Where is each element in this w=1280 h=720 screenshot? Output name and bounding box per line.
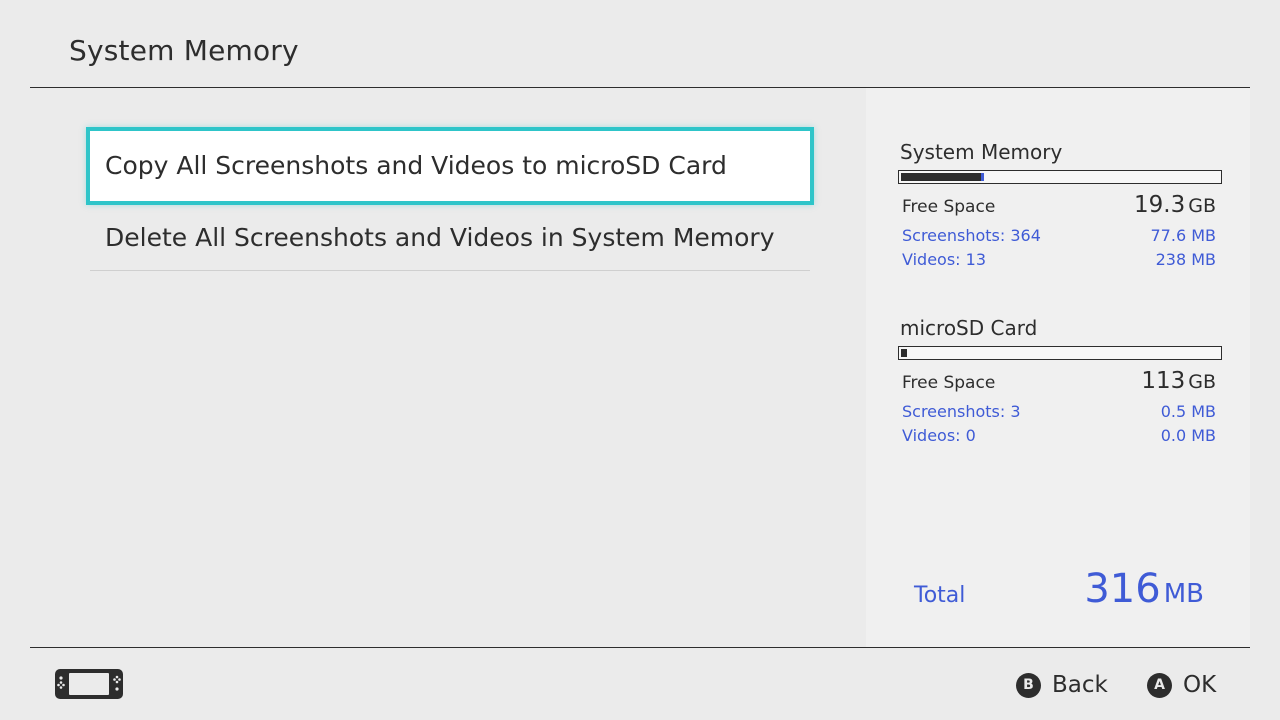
system-memory-free-row: Free Space 19.3 GB <box>898 192 1222 224</box>
system-memory-screenshots-row: Screenshots: 364 77.6 MB <box>898 224 1222 248</box>
system-memory-videos-label: Videos: 13 <box>902 250 986 269</box>
system-memory-free-label: Free Space <box>902 197 996 217</box>
back-label: Back <box>1052 672 1108 698</box>
microsd-card-block: microSD Card Free Space 113 GB Screenshot… <box>898 314 1222 448</box>
ok-button[interactable]: A OK <box>1147 668 1216 702</box>
system-memory-usage-fill <box>901 173 981 181</box>
microsd-card-free-row: Free Space 113 GB <box>898 368 1222 400</box>
back-button[interactable]: B Back <box>1016 668 1108 702</box>
copy-all-to-microsd-option[interactable]: Copy All Screenshots and Videos to micro… <box>86 127 814 205</box>
system-memory-title: System Memory <box>900 140 1063 164</box>
microsd-card-title: microSD Card <box>900 316 1038 340</box>
b-button-icon: B <box>1016 672 1041 698</box>
footer-divider <box>30 647 1250 648</box>
delete-all-in-system-memory-option[interactable]: Delete All Screenshots and Videos in Sys… <box>90 207 810 271</box>
microsd-card-videos-label: Videos: 0 <box>902 426 976 445</box>
ok-label: OK <box>1183 672 1217 698</box>
system-memory-free-value: 19.3 GB <box>1134 192 1216 218</box>
microsd-card-screenshots-row: Screenshots: 3 0.5 MB <box>898 400 1222 424</box>
total-value: 316 MB <box>1084 566 1204 612</box>
page-title: System Memory <box>69 34 299 67</box>
microsd-card-videos-row: Videos: 0 0.0 MB <box>898 424 1222 448</box>
system-memory-media-marker <box>981 173 984 181</box>
microsd-card-videos-size: 0.0 MB <box>1160 426 1216 445</box>
system-memory-block: System Memory Free Space 19.3 GB Screensh… <box>898 138 1222 272</box>
microsd-card-free-label: Free Space <box>902 373 996 393</box>
system-memory-screenshots-label: Screenshots: 364 <box>902 226 1041 245</box>
microsd-card-free-value: 113 GB <box>1141 368 1216 394</box>
total-label: Total <box>914 583 966 608</box>
system-memory-videos-size: 238 MB <box>1155 250 1216 269</box>
system-memory-usage-bar <box>898 170 1222 184</box>
microsd-card-usage-bar <box>898 346 1222 360</box>
microsd-card-screenshots-label: Screenshots: 3 <box>902 402 1021 421</box>
microsd-card-usage-fill <box>901 349 907 357</box>
a-button-icon: A <box>1147 672 1172 698</box>
system-memory-videos-row: Videos: 13 238 MB <box>898 248 1222 272</box>
microsd-card-screenshots-size: 0.5 MB <box>1160 402 1216 421</box>
handheld-console-icon <box>55 669 123 699</box>
system-memory-screenshots-size: 77.6 MB <box>1150 226 1217 245</box>
